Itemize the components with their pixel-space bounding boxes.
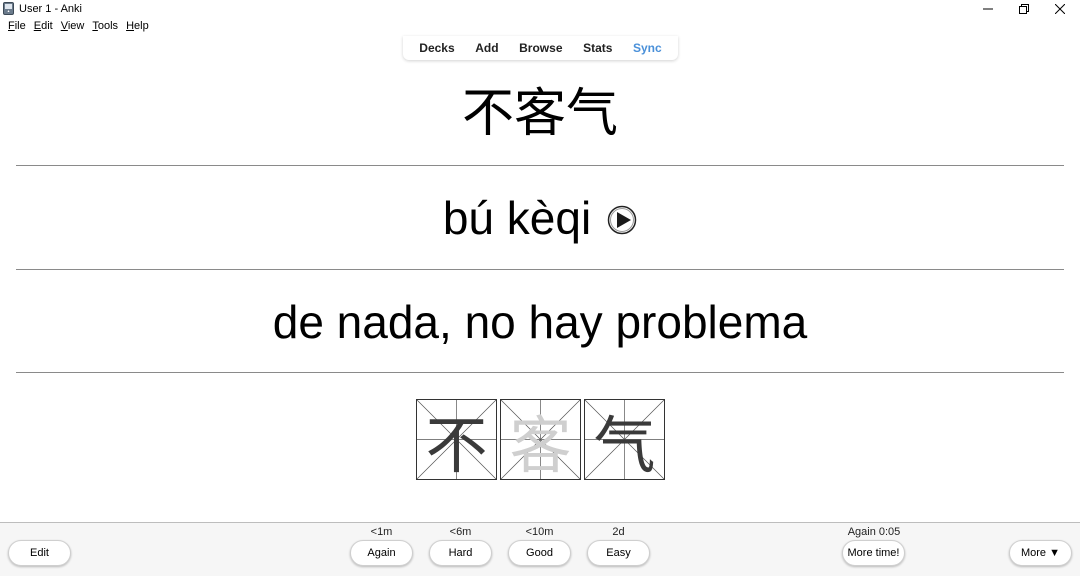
close-button[interactable] <box>1042 0 1078 18</box>
nav-add[interactable]: Add <box>475 41 498 55</box>
good-button[interactable]: Good <box>508 540 571 566</box>
minimize-icon <box>983 8 993 10</box>
stroke-char: 不 <box>425 408 488 482</box>
nav-decks[interactable]: Decks <box>419 41 454 55</box>
window-title: User 1 - Anki <box>19 3 82 15</box>
nav-stats[interactable]: Stats <box>583 41 612 55</box>
pinyin-row: bú kèqi <box>0 190 1080 246</box>
menu-view-label: iew <box>67 20 85 32</box>
menu-file-accel: F <box>8 20 15 32</box>
good-interval: <10m <box>525 526 554 538</box>
stroke-box: 不 <box>416 399 497 482</box>
easy-interval: 2d <box>612 526 625 538</box>
menu-help[interactable]: Help <box>122 18 153 35</box>
restore-button[interactable] <box>1006 0 1042 18</box>
divider <box>16 165 1064 166</box>
menu-tools[interactable]: Tools <box>88 18 122 35</box>
stroke-box: 客 <box>500 399 581 482</box>
menu-file-label: ile <box>14 20 26 32</box>
card-pinyin: bú kèqi <box>442 192 592 244</box>
nav-browse[interactable]: Browse <box>519 41 562 55</box>
menu-view[interactable]: View <box>57 18 89 35</box>
menu-help-accel: H <box>126 20 135 32</box>
edit-button[interactable]: Edit <box>8 540 71 566</box>
menu-view-accel: V <box>60 20 68 32</box>
title-bar: User 1 - Anki <box>0 0 1080 18</box>
top-navigation: Decks Add Browse Stats Sync <box>403 36 678 60</box>
divider <box>16 372 1064 373</box>
stroke-char: 客 <box>509 408 572 482</box>
menu-help-label: elp <box>134 20 149 32</box>
more-button[interactable]: More ▼ <box>1009 540 1072 566</box>
menu-bar: File Edit View Tools Help <box>0 18 1080 35</box>
stroke-box: 气 <box>584 399 665 482</box>
stroke-char: 气 <box>593 408 656 482</box>
menu-edit[interactable]: Edit <box>30 18 57 35</box>
answer-bar: Edit <1m Again <6m Hard <10m Good 2d Eas… <box>0 522 1080 576</box>
again-interval: <1m <box>370 526 393 538</box>
divider <box>16 269 1064 270</box>
again-button[interactable]: Again <box>350 540 413 566</box>
menu-tools-label: ools <box>97 20 119 32</box>
easy-button[interactable]: Easy <box>587 540 650 566</box>
card-meaning: de nada, no hay problema <box>272 296 808 348</box>
more-time-button[interactable]: More time! <box>842 540 905 566</box>
menu-edit-accel: E <box>33 20 42 32</box>
timer-label: Again 0:05 <box>847 526 901 538</box>
menu-file[interactable]: File <box>4 18 30 35</box>
menu-edit-label: dit <box>41 20 53 32</box>
restore-icon <box>1019 4 1029 14</box>
card-hanzi: 不客气 <box>461 84 618 144</box>
play-audio-icon[interactable] <box>607 205 637 235</box>
close-icon <box>1055 4 1065 14</box>
minimize-button[interactable] <box>970 0 1006 18</box>
hard-interval: <6m <box>449 526 472 538</box>
stroke-order-grid: 不 客 气 <box>416 399 665 482</box>
nav-sync[interactable]: Sync <box>633 41 662 55</box>
anki-app-icon <box>3 2 14 15</box>
hard-button[interactable]: Hard <box>429 540 492 566</box>
